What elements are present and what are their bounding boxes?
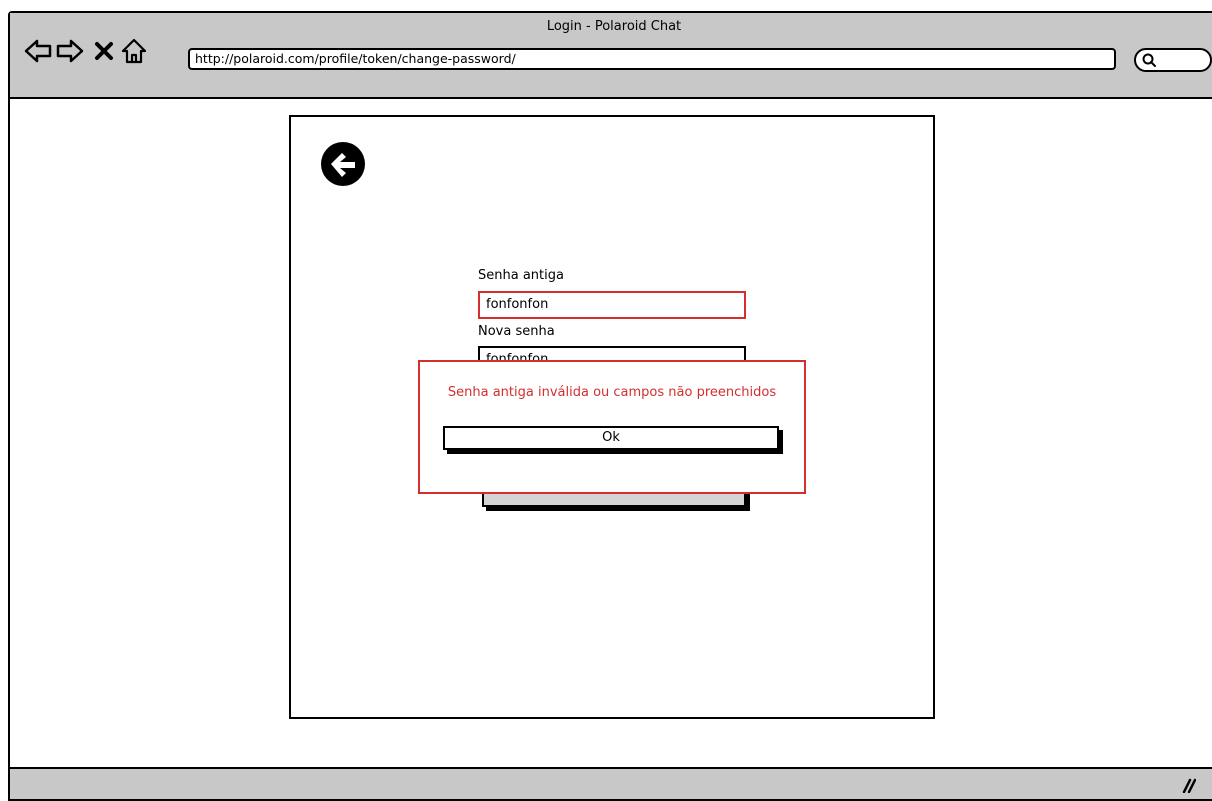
back-nav-icon[interactable] [24, 37, 52, 65]
old-password-field[interactable]: fonfonfon [478, 291, 746, 319]
resize-icon[interactable] [1180, 777, 1197, 794]
window-title: Login - Polaroid Chat [546, 19, 682, 34]
url-input[interactable]: http://polaroid.com/profile/token/change… [188, 48, 1116, 70]
new-password-label: Nova senha [478, 324, 555, 339]
error-dialog: Senha antiga inválida ou campos não pree… [418, 360, 806, 494]
close-icon[interactable] [90, 37, 118, 65]
old-password-label: Senha antiga [478, 268, 564, 283]
home-icon[interactable] [120, 37, 148, 65]
title-bar: Login - Polaroid Chat http://polaroid.co… [10, 13, 1212, 99]
forward-nav-icon[interactable] [56, 37, 84, 65]
back-arrow-icon[interactable] [320, 141, 366, 187]
search-icon [1141, 52, 1157, 68]
search-box[interactable] [1134, 48, 1212, 72]
error-message: Senha antiga inválida ou campos não pree… [447, 385, 777, 400]
status-bar [10, 767, 1212, 799]
ok-button[interactable]: Ok [443, 426, 779, 450]
